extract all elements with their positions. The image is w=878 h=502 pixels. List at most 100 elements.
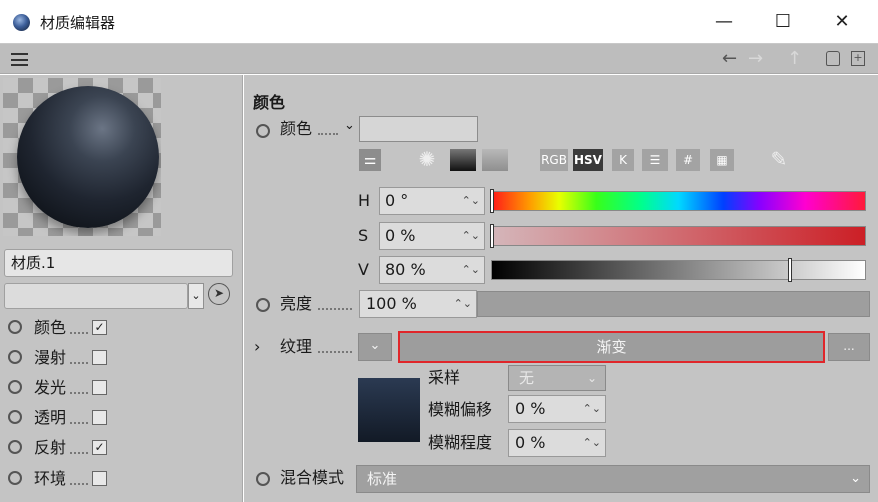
- v-slider-handle[interactable]: [788, 258, 792, 282]
- channel-checkbox[interactable]: [92, 471, 107, 486]
- spectrum-mode-icon[interactable]: ⚌: [359, 149, 381, 171]
- radio-icon[interactable]: [8, 380, 22, 394]
- color-wheel-icon[interactable]: ✺: [416, 149, 438, 171]
- kelvin-mode-button[interactable]: K: [612, 149, 634, 171]
- channel-label: 透明: [34, 408, 67, 427]
- radio-icon[interactable]: [8, 350, 22, 364]
- blur-offset-field[interactable]: 0 % ⌃⌄: [508, 395, 606, 423]
- s-field[interactable]: 0 % ⌃⌄: [379, 222, 485, 250]
- brightness-label: 亮度: [280, 294, 313, 313]
- channel-label: 漫射: [34, 348, 67, 367]
- app-sphere-icon: [13, 14, 30, 31]
- material-name-field[interactable]: 材质.1: [4, 249, 233, 277]
- section-title: 颜色: [253, 93, 286, 112]
- minimize-button[interactable]: —: [706, 8, 742, 36]
- radio-icon[interactable]: [8, 471, 22, 485]
- channel-environment[interactable]: 环境: [8, 467, 228, 491]
- v-value: 80 %: [385, 260, 426, 279]
- stepper-icon[interactable]: ⌃⌄: [454, 291, 472, 317]
- channel-label: 反射: [34, 438, 67, 457]
- blend-radio-icon[interactable]: [256, 472, 270, 486]
- texture-more-button[interactable]: ...: [828, 333, 870, 361]
- channel-diffuse[interactable]: 漫射: [8, 346, 228, 370]
- radio-icon[interactable]: [8, 440, 22, 454]
- color-radio-icon[interactable]: [256, 124, 270, 138]
- new-panel-icon[interactable]: +: [851, 51, 865, 66]
- s-slider-handle[interactable]: [490, 224, 494, 248]
- channel-checkbox[interactable]: ✓: [92, 320, 107, 335]
- v-field[interactable]: 80 % ⌃⌄: [379, 256, 485, 284]
- channel-label: 发光: [34, 378, 67, 397]
- color-label: 颜色: [280, 119, 313, 138]
- texture-expand-icon[interactable]: ›: [254, 336, 260, 358]
- stepper-icon[interactable]: ⌃⌄: [462, 257, 480, 283]
- toolbar: ← → ↑ +: [0, 44, 878, 74]
- blend-mode-label: 混合模式: [280, 468, 345, 487]
- s-value: 0 %: [385, 226, 416, 245]
- sampling-label: 采样: [428, 368, 461, 387]
- picture-mode-icon[interactable]: [482, 149, 508, 171]
- blend-mode-value: 标准: [367, 470, 398, 488]
- channel-checkbox[interactable]: [92, 350, 107, 365]
- s-label: S: [358, 226, 369, 245]
- mixer-icon[interactable]: ☰: [642, 149, 668, 171]
- channel-checkbox[interactable]: [92, 380, 107, 395]
- channel-transparency[interactable]: 透明: [8, 406, 228, 430]
- channel-reflectance[interactable]: 反射 ✓: [8, 436, 228, 460]
- lock-icon[interactable]: [826, 51, 840, 66]
- blur-scale-label: 模糊程度: [428, 433, 493, 452]
- chevron-down-icon[interactable]: ⌄: [188, 283, 204, 309]
- swatches-icon[interactable]: ▦: [710, 149, 734, 171]
- channel-checkbox[interactable]: [92, 410, 107, 425]
- back-arrow-icon[interactable]: ←: [722, 48, 737, 70]
- blend-mode-select[interactable]: 标准 ⌄: [356, 465, 870, 493]
- h-field[interactable]: 0 ° ⌃⌄: [379, 187, 485, 215]
- menu-icon[interactable]: [11, 53, 28, 66]
- color-expand-icon[interactable]: ⌄: [344, 115, 355, 137]
- material-preview[interactable]: [3, 78, 161, 236]
- stepper-icon[interactable]: ⌃⌄: [583, 396, 601, 422]
- brightness-slider[interactable]: [477, 291, 870, 317]
- forward-arrow-icon[interactable]: →: [748, 48, 763, 70]
- maximize-button[interactable]: ☐: [765, 8, 801, 36]
- blur-offset-value: 0 %: [515, 399, 546, 418]
- eyedropper-icon[interactable]: ✎: [768, 149, 790, 171]
- hex-mode-button[interactable]: #: [676, 149, 700, 171]
- sampling-select[interactable]: 无 ⌄: [508, 365, 606, 391]
- brightness-radio-icon[interactable]: [256, 298, 270, 312]
- close-button[interactable]: ✕: [824, 8, 860, 36]
- radio-icon[interactable]: [8, 320, 22, 334]
- texture-preview[interactable]: [358, 378, 420, 442]
- brightness-field[interactable]: 100 % ⌃⌄: [359, 290, 477, 318]
- stepper-icon[interactable]: ⌃⌄: [462, 223, 480, 249]
- h-value: 0 °: [385, 191, 409, 210]
- attributes-panel: 颜色 颜色 ⌄ ⚌ ✺ RGB HSV K ☰ # ▦ ✎ H 0 ° ⌃⌄ S…: [244, 75, 878, 502]
- color-swatch[interactable]: [359, 116, 478, 142]
- chevron-down-icon: ⌄: [586, 371, 597, 385]
- blur-scale-field[interactable]: 0 % ⌃⌄: [508, 429, 606, 457]
- channel-luminance[interactable]: 发光: [8, 376, 228, 400]
- radio-icon[interactable]: [8, 410, 22, 424]
- material-select[interactable]: [4, 283, 188, 309]
- chevron-down-icon: ⌄: [850, 471, 861, 486]
- texture-dropdown-button[interactable]: ⌄: [358, 333, 392, 361]
- pointer-icon[interactable]: ➤: [208, 283, 230, 305]
- h-slider[interactable]: [490, 189, 866, 213]
- channel-color[interactable]: 颜色 ✓: [8, 316, 228, 340]
- channel-checkbox[interactable]: ✓: [92, 440, 107, 455]
- s-slider[interactable]: [490, 224, 866, 248]
- texture-label: 纹理: [280, 337, 313, 356]
- preview-sphere: [17, 86, 159, 228]
- h-slider-handle[interactable]: [490, 189, 494, 213]
- stepper-icon[interactable]: ⌃⌄: [583, 430, 601, 456]
- rgb-mode-button[interactable]: RGB: [540, 149, 568, 171]
- up-arrow-icon[interactable]: ↑: [787, 48, 802, 70]
- hsv-mode-button[interactable]: HSV: [573, 149, 603, 171]
- stepper-icon[interactable]: ⌃⌄: [462, 188, 480, 214]
- v-label: V: [358, 260, 369, 279]
- brightness-value: 100 %: [366, 294, 417, 313]
- texture-shader-button[interactable]: 渐变: [398, 331, 825, 363]
- brightness-mode-icon[interactable]: [450, 149, 476, 171]
- v-slider[interactable]: [491, 258, 866, 282]
- blur-scale-value: 0 %: [515, 433, 546, 452]
